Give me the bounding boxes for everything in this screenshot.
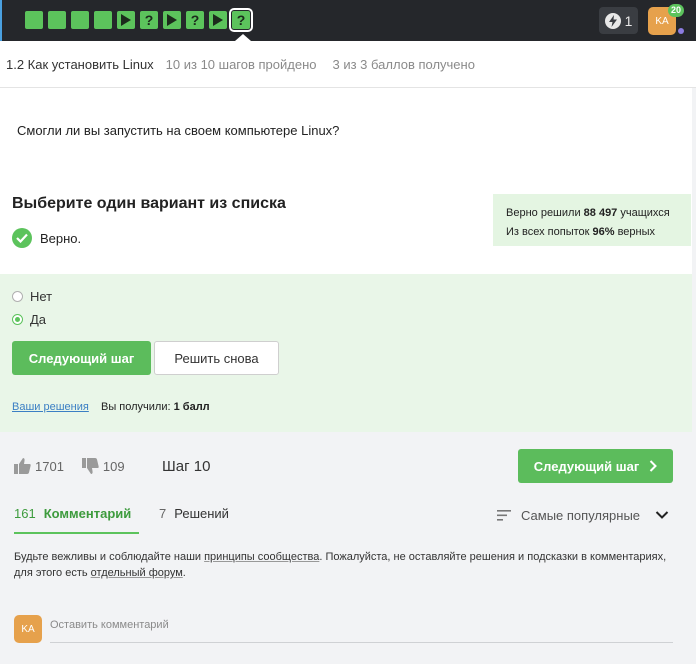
steps-progress-text: 10 из 10 шагов пройдено	[165, 56, 317, 72]
question-mark-icon: ?	[144, 12, 154, 28]
score-value: 1 балл	[173, 401, 210, 413]
next-step-footer-button[interactable]: Следующий шаг	[518, 449, 673, 483]
user-initials: KA	[21, 623, 35, 635]
user-initials: KA	[655, 15, 669, 27]
score-text: Вы получили: 1 балл	[101, 401, 210, 413]
solve-stats: Верно решили 88 497 учащихся Из всех поп…	[493, 194, 691, 246]
sort-icon	[497, 510, 511, 521]
answers-panel: Нет Да Следующий шаг Решить снова Ваши р…	[0, 274, 692, 432]
dislike-button[interactable]: 109	[81, 458, 125, 474]
tab-label: Комментарий	[43, 506, 132, 521]
community-principles-link[interactable]: принципы сообщества	[204, 551, 319, 563]
step-9-video[interactable]	[209, 11, 227, 29]
play-icon	[121, 14, 131, 26]
step-10-quiz-current[interactable]: ?	[229, 8, 253, 32]
retry-button[interactable]: Решить снова	[154, 341, 279, 375]
notification-badge: 20	[668, 4, 685, 17]
option-no[interactable]: Нет	[12, 289, 52, 304]
step-2-done[interactable]	[48, 11, 66, 29]
dislike-count: 109	[102, 458, 125, 474]
comment-avatar: KA	[14, 615, 42, 643]
tab-solutions[interactable]: 7 Решений	[159, 506, 229, 521]
thumbs-up-icon	[14, 458, 31, 474]
attempts-stat: Из всех попыток 96% верных	[506, 226, 656, 238]
tab-comments[interactable]: 161 Комментарий	[14, 506, 131, 521]
tab-label: Решений	[174, 506, 229, 521]
step-3-done[interactable]	[71, 11, 89, 29]
radio-unchecked[interactable]	[12, 291, 23, 302]
solved-count: 88 497	[583, 207, 618, 219]
solved-stat: Верно решили 88 497 учащихся	[506, 207, 670, 219]
comment-placeholder: Оставить комментарий	[50, 619, 169, 631]
check-icon	[12, 228, 32, 248]
top-navigation-bar: ? ? ? 1 KA 20	[0, 0, 696, 41]
comments-count: 161	[14, 506, 36, 521]
sort-dropdown[interactable]: Самые популярные	[497, 508, 640, 523]
verdict-message: Верно.	[12, 228, 81, 248]
separate-forum-link[interactable]: отдельный форум	[91, 567, 183, 579]
chevron-right-icon	[650, 460, 658, 472]
lesson-title[interactable]: 1.2 Как установить Linux	[6, 57, 154, 72]
attempts-percent: 96%	[592, 226, 615, 238]
step-card: Смогли ли вы запустить на своем компьюте…	[0, 88, 692, 432]
lesson-header: 1.2 Как установить Linux 10 из 10 шагов …	[0, 41, 696, 88]
step-7-video[interactable]	[163, 11, 181, 29]
step-6-quiz[interactable]: ?	[140, 11, 158, 29]
thumbs-down-icon	[81, 458, 99, 474]
step-progress-bar: ? ? ?	[25, 8, 253, 32]
verdict-text: Верно.	[40, 230, 82, 246]
vote-row: 1701 109	[14, 458, 143, 474]
question-mark-icon: ?	[190, 12, 200, 28]
option-label: Нет	[30, 289, 53, 304]
comment-input[interactable]: Оставить комментарий	[50, 619, 673, 643]
community-rules-text: Будьте вежливы и соблюдайте наши принцип…	[14, 551, 667, 579]
question-text: Смогли ли вы запустить на своем компьюте…	[17, 123, 340, 138]
step-8-quiz[interactable]: ?	[186, 11, 204, 29]
next-step-label: Следующий шаг	[533, 458, 640, 474]
step-1-done[interactable]	[25, 11, 43, 29]
option-yes[interactable]: Да	[12, 312, 46, 327]
step-number: Шаг 10	[162, 458, 211, 475]
status-dot	[678, 28, 684, 34]
chevron-down-icon[interactable]	[655, 510, 669, 520]
points-progress-text: 3 из 3 баллов получено	[332, 56, 475, 72]
like-count: 1701	[35, 458, 64, 474]
step-5-video[interactable]	[117, 11, 135, 29]
option-label: Да	[30, 312, 47, 327]
lightning-icon	[604, 12, 621, 29]
active-tab-indicator	[14, 532, 139, 534]
radio-checked[interactable]	[12, 314, 23, 325]
play-icon	[167, 14, 177, 26]
next-step-button[interactable]: Следующий шаг	[12, 341, 151, 375]
current-step-caret	[235, 34, 251, 41]
step-4-done[interactable]	[94, 11, 112, 29]
play-icon	[213, 14, 223, 26]
sort-label: Самые популярные	[521, 508, 641, 523]
quiz-instruction: Выберите один вариант из списка	[12, 195, 286, 212]
solutions-count: 7	[159, 506, 167, 521]
your-solutions-link[interactable]: Ваши решения	[12, 401, 89, 413]
like-button[interactable]: 1701	[14, 458, 64, 474]
energy-count: 1	[624, 12, 633, 29]
question-mark-icon: ?	[236, 12, 246, 28]
energy-counter-button[interactable]: 1	[599, 7, 638, 34]
